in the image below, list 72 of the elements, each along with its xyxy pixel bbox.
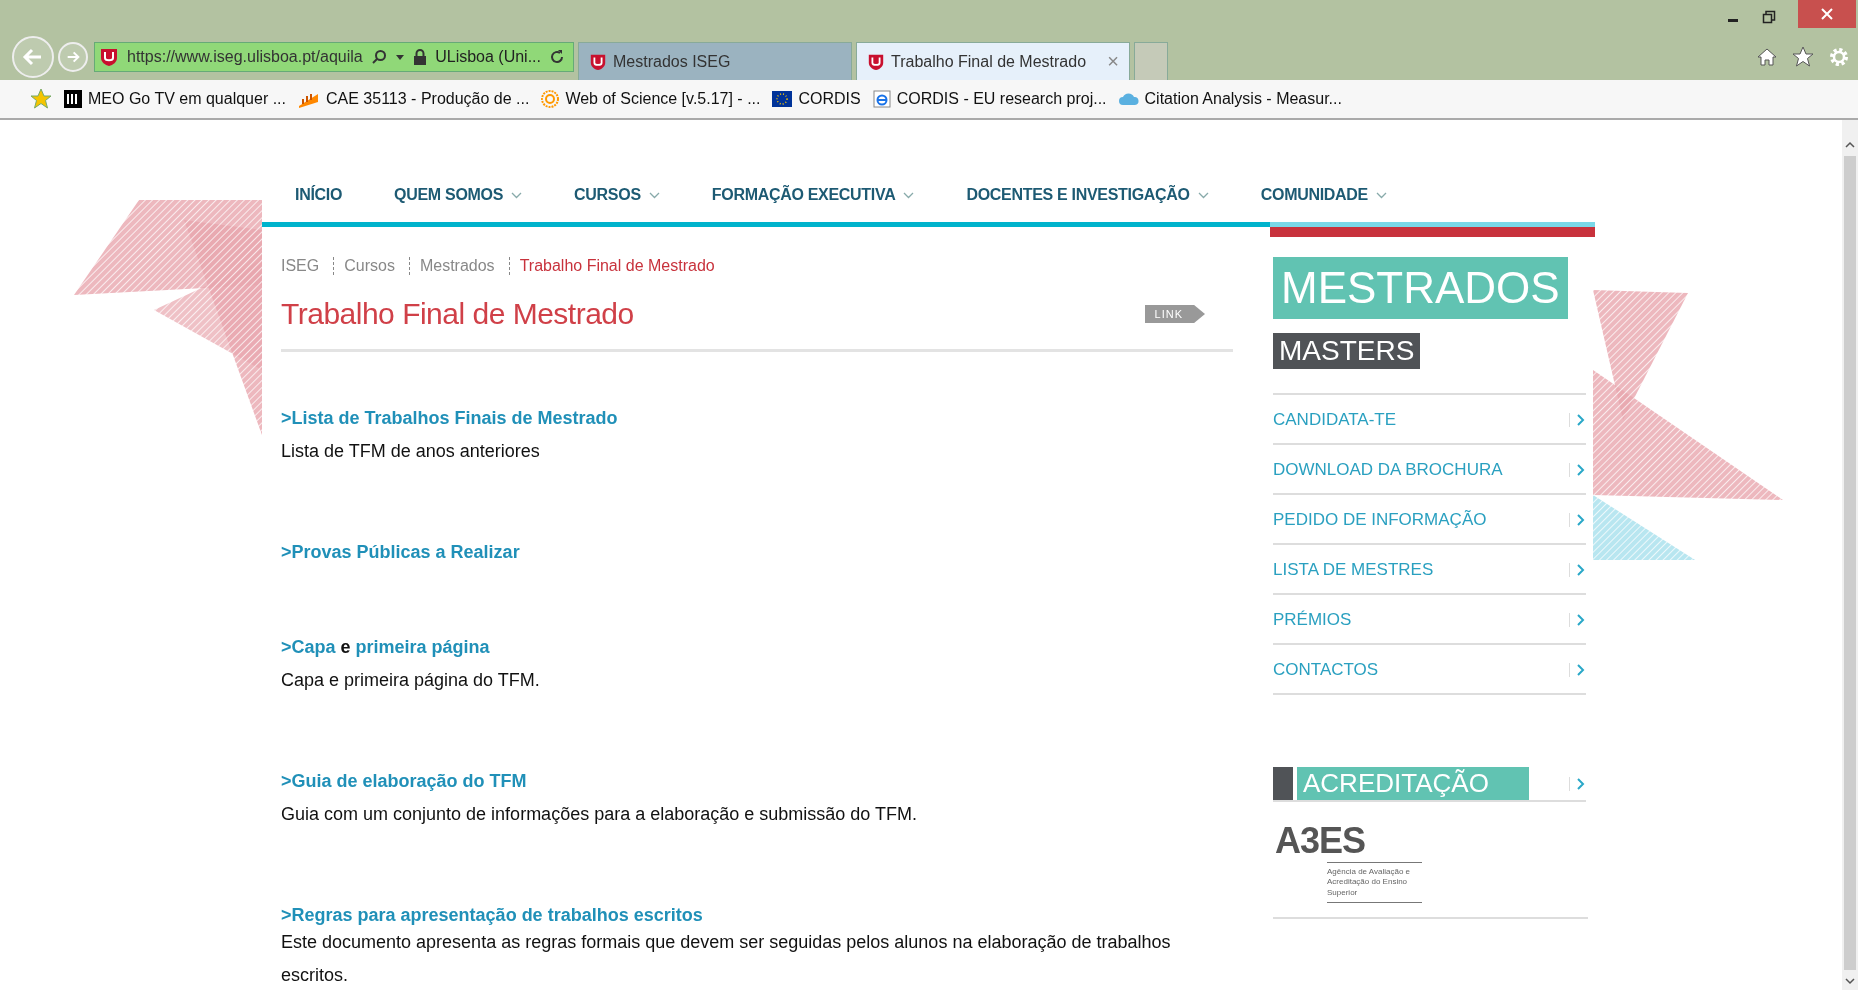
site-identity[interactable]: ULisboa (Uni... bbox=[435, 48, 541, 66]
search-icon[interactable] bbox=[371, 49, 388, 65]
shield-icon bbox=[99, 47, 119, 67]
section-link[interactable]: primeira página bbox=[355, 637, 490, 658]
forward-arrow-icon bbox=[65, 49, 81, 65]
breadcrumb-link[interactable]: ISEG bbox=[281, 257, 330, 275]
nav-menu-item[interactable]: DOCENTES E INVESTIGAÇÃO bbox=[966, 176, 1209, 222]
restore-icon[interactable] bbox=[1762, 10, 1776, 24]
chevron-right-icon bbox=[1569, 663, 1586, 677]
scrollbar[interactable] bbox=[1842, 120, 1858, 990]
home-icon[interactable] bbox=[1756, 46, 1778, 68]
section-description: Guia com um conjunto de informações para a elaboração e submissão do TFM. bbox=[281, 803, 918, 826]
page-title: Trabalho Final de Mestrado bbox=[281, 297, 634, 331]
section-description: Este documento apresenta as regras formais que devem ser seguidas pelos alunos na elaboração de trabalhos escritos. bbox=[281, 931, 1172, 987]
chevron-right-icon bbox=[1569, 513, 1586, 527]
shield-icon bbox=[867, 52, 885, 71]
chevron-right-icon bbox=[1569, 613, 1586, 627]
bookmark[interactable]: CORDIS bbox=[772, 90, 861, 108]
star-icon[interactable] bbox=[1792, 46, 1814, 68]
shield-icon bbox=[589, 52, 607, 71]
chevron-right-icon bbox=[1569, 776, 1586, 791]
nav-menu-item[interactable]: CURSOS bbox=[574, 176, 660, 222]
sidebar-menu-item[interactable]: CONTACTOS bbox=[1273, 645, 1586, 695]
bookmark[interactable]: Web of Science [v.5.17] - ... bbox=[541, 90, 761, 108]
url-text: https://www.iseg.ulisboa.pt/aquila bbox=[127, 48, 364, 66]
close-button[interactable] bbox=[1798, 0, 1856, 28]
sidebar-menu-item[interactable]: PRÉMIOS bbox=[1273, 595, 1586, 645]
flag-icon bbox=[772, 91, 793, 107]
chevron-right-icon bbox=[1569, 413, 1586, 427]
browser-tab[interactable]: Mestrados ISEG bbox=[578, 42, 852, 80]
favorites-star-icon[interactable] bbox=[30, 88, 52, 110]
section-link[interactable]: >Lista de Trabalhos Finais de Mestrado bbox=[281, 408, 618, 429]
bookmark[interactable]: CORDIS - EU research proj... bbox=[872, 90, 1107, 108]
nav-menu-item[interactable]: COMUNIDADE bbox=[1260, 176, 1387, 222]
link-tag[interactable]: LINK bbox=[1144, 305, 1205, 323]
rings-icon bbox=[541, 90, 560, 108]
sidebar-subtitle: MASTERS bbox=[1273, 333, 1421, 369]
nav-menu-item[interactable]: INÍCIO bbox=[295, 176, 343, 222]
section-description: Capa e primeira página do TFM. bbox=[281, 669, 541, 692]
bars-icon bbox=[64, 90, 82, 108]
sidebar-menu-item[interactable]: CANDIDATA-TE bbox=[1273, 395, 1586, 445]
section-link[interactable]: >Provas Públicas a Realizar bbox=[281, 542, 520, 563]
breadcrumb-link[interactable]: Cursos bbox=[344, 257, 405, 275]
address-bar[interactable]: https://www.iseg.ulisboa.pt/aquila ULisboa (Uni... bbox=[94, 42, 574, 72]
breadcrumb-link[interactable]: Trabalho Final de Mestrado bbox=[519, 257, 725, 275]
scroll-down-icon[interactable] bbox=[1844, 976, 1856, 986]
sidebar-title: MESTRADOS bbox=[1273, 257, 1568, 319]
chevron-right-icon bbox=[1569, 563, 1586, 577]
cloud-icon bbox=[1118, 92, 1139, 106]
page-icon bbox=[872, 90, 891, 108]
lock-icon bbox=[413, 49, 428, 65]
chevron-right-icon bbox=[1569, 463, 1586, 477]
section-link[interactable]: >Regras para apresentação de trabalhos escritos bbox=[281, 905, 703, 926]
bookmark[interactable]: CAE 35113 - Produção de ... bbox=[298, 90, 530, 108]
sidebar-menu-item[interactable]: DOWNLOAD DA BROCHURA bbox=[1273, 445, 1586, 495]
sidebar-menu-item[interactable]: PEDIDO DE INFORMAÇÃO bbox=[1273, 495, 1586, 545]
scroll-up-icon[interactable] bbox=[1844, 140, 1856, 150]
sidebar-menu-item[interactable]: LISTA DE MESTRES bbox=[1273, 545, 1586, 595]
bookmark[interactable]: Citation Analysis - Measur... bbox=[1118, 90, 1342, 108]
bookmark[interactable]: MEO Go TV em qualquer ... bbox=[64, 90, 286, 108]
nav-menu-item[interactable]: FORMAÇÃO EXECUTIVA bbox=[711, 176, 915, 222]
nav-menu-item[interactable]: QUEM SOMOS bbox=[394, 176, 523, 222]
browser-tab[interactable]: Trabalho Final de Mestrado × bbox=[856, 42, 1130, 80]
section-description: Lista de TFM de anos anteriores bbox=[281, 440, 541, 463]
close-icon bbox=[1820, 7, 1834, 21]
connector-text: e bbox=[340, 637, 351, 658]
section-link[interactable]: >Guia de elaboração do TFM bbox=[281, 771, 527, 792]
caret-icon[interactable] bbox=[395, 52, 406, 62]
accreditation-logo[interactable]: A3ES Agência de Avaliação e Acreditação do Ensino Superior bbox=[1273, 802, 1588, 920]
refresh-icon[interactable] bbox=[549, 49, 565, 65]
section-link[interactable]: >Capa bbox=[281, 637, 336, 658]
breadcrumb-link[interactable]: Mestrados bbox=[419, 257, 505, 275]
